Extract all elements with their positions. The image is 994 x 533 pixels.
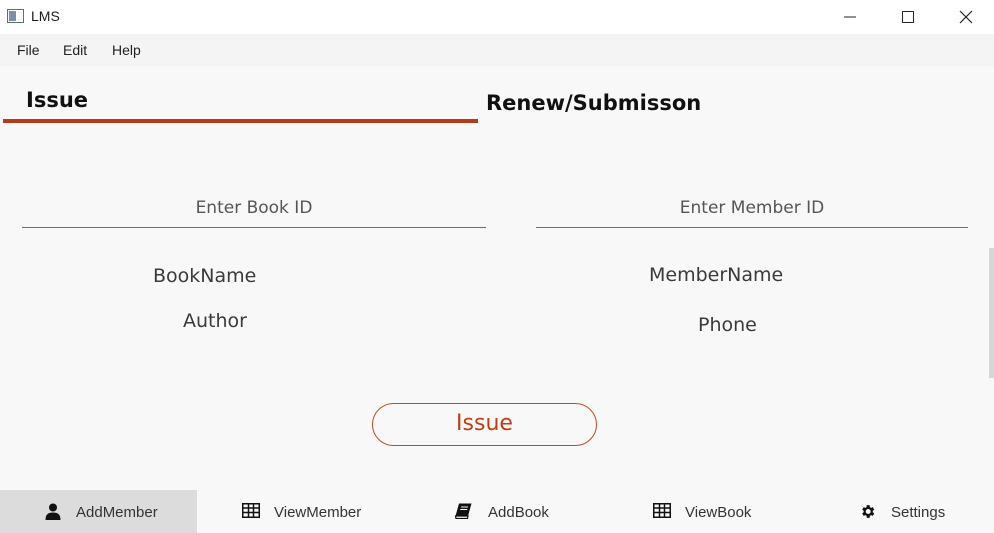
window-title: LMS — [31, 8, 60, 24]
scrollbar[interactable] — [989, 248, 994, 378]
nav-settings[interactable]: Settings — [791, 490, 994, 533]
nav-view-member-label: ViewMember — [274, 504, 362, 521]
maximize-button[interactable] — [879, 0, 937, 34]
tab-issue[interactable]: Issue — [26, 88, 88, 112]
member-id-input[interactable] — [536, 188, 968, 227]
app-icon — [7, 9, 24, 23]
phone-label: Phone — [698, 314, 757, 336]
author-label: Author — [183, 310, 247, 332]
maximize-icon — [902, 11, 914, 23]
nav-add-member-label: AddMember — [76, 504, 158, 521]
book-name-label: BookName — [153, 265, 257, 287]
nav-view-member[interactable]: ViewMember — [197, 490, 395, 533]
member-name-label: MemberName — [649, 264, 784, 286]
menu-edit[interactable]: Edit — [63, 42, 87, 58]
book-id-input[interactable] — [22, 188, 486, 227]
table-icon — [653, 503, 671, 518]
menu-help[interactable]: Help — [112, 42, 141, 58]
bottom-nav: AddMember ViewMember AddBook ViewBook Se… — [0, 490, 994, 533]
menu-file[interactable]: File — [17, 42, 40, 58]
nav-view-book[interactable]: ViewBook — [593, 490, 791, 533]
nav-add-book[interactable]: AddBook — [395, 490, 593, 533]
nav-add-member[interactable]: AddMember — [0, 490, 197, 533]
menu-bar: File Edit Help — [0, 34, 994, 66]
active-tab-indicator — [3, 119, 478, 123]
minimize-button[interactable] — [821, 0, 879, 34]
table-icon — [242, 503, 260, 518]
minimize-icon — [844, 16, 856, 18]
close-button[interactable] — [937, 0, 994, 34]
nav-add-book-label: AddBook — [488, 504, 549, 521]
close-icon — [959, 10, 973, 24]
member-id-field — [536, 188, 968, 228]
gear-icon — [862, 505, 875, 518]
nav-settings-label: Settings — [891, 504, 946, 521]
nav-view-book-label: ViewBook — [685, 504, 752, 521]
title-bar: LMS — [0, 0, 994, 34]
tab-renew-submission[interactable]: Renew/Submisson — [486, 91, 701, 115]
issue-button[interactable]: Issue — [372, 403, 597, 446]
book-icon — [455, 503, 472, 519]
book-id-field — [22, 188, 486, 228]
user-icon — [45, 503, 61, 520]
